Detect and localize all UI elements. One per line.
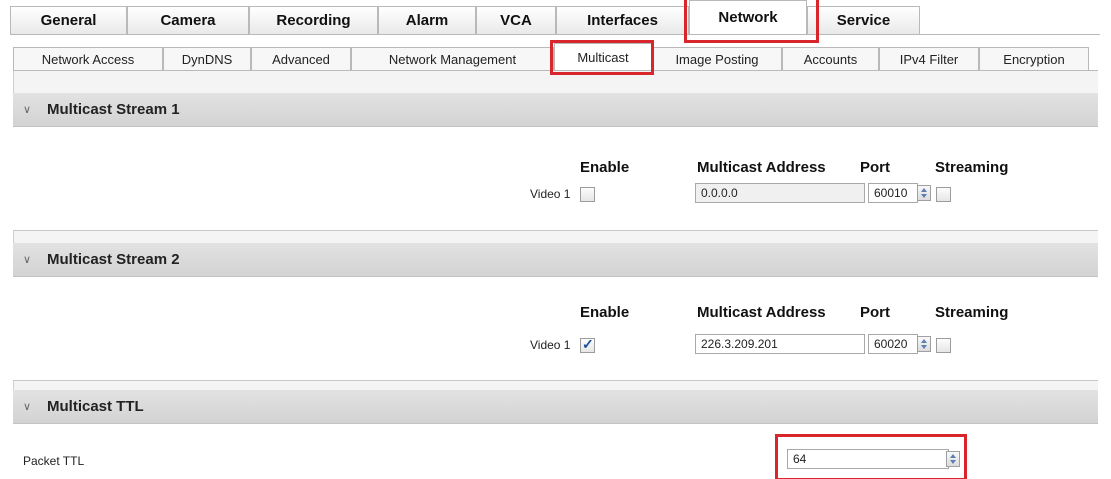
subtab-accounts[interactable]: Accounts <box>782 47 879 70</box>
port-stepper[interactable] <box>917 336 931 352</box>
subtab-advanced[interactable]: Advanced <box>251 47 351 70</box>
main-tab-divider <box>10 34 1100 35</box>
tab-vca[interactable]: VCA <box>476 6 556 34</box>
packet-ttl-field[interactable]: 64 <box>787 449 949 469</box>
row-label-video-1: Video 1 <box>530 187 571 201</box>
chevron-down-icon: ∨ <box>23 254 32 266</box>
section-body-stream-1: Enable Multicast Address Port Streaming … <box>13 127 1098 231</box>
tab-interfaces[interactable]: Interfaces <box>556 6 689 34</box>
column-header-address: Multicast Address <box>697 159 826 176</box>
tab-alarm[interactable]: Alarm <box>378 6 476 34</box>
subtab-multicast[interactable]: Multicast <box>554 43 652 70</box>
tab-general[interactable]: General <box>10 6 127 34</box>
column-header-enable: Enable <box>580 159 630 176</box>
column-header-enable: Enable <box>580 304 630 321</box>
subtab-encryption[interactable]: Encryption <box>979 47 1089 70</box>
chevron-down-icon: ∨ <box>23 104 32 116</box>
subtab-image-posting[interactable]: Image Posting <box>652 47 782 70</box>
port-stepper[interactable] <box>917 185 931 201</box>
enable-checkbox[interactable] <box>580 336 595 353</box>
column-header-streaming: Streaming <box>935 304 1009 321</box>
column-header-port: Port <box>860 304 890 321</box>
sub-tab-bar: Network Access DynDNS Advanced Network M… <box>13 41 1103 70</box>
packet-ttl-stepper[interactable] <box>946 451 960 467</box>
tab-network[interactable]: Network <box>689 0 807 34</box>
subtab-dyndns[interactable]: DynDNS <box>163 47 251 70</box>
column-header-streaming: Streaming <box>935 159 1009 176</box>
main-tab-bar: General Camera Recording Alarm VCA Inter… <box>10 0 1100 35</box>
streaming-checkbox[interactable] <box>936 187 951 202</box>
multicast-address-field[interactable]: 0.0.0.0 <box>695 183 865 203</box>
section-header-ttl[interactable]: ∨ Multicast TTL <box>13 390 1098 424</box>
tab-recording[interactable]: Recording <box>249 6 378 34</box>
packet-ttl-label: Packet TTL <box>23 454 85 468</box>
subtab-network-management[interactable]: Network Management <box>351 47 554 70</box>
subtab-ipv4-filter[interactable]: IPv4 Filter <box>879 47 979 70</box>
subtab-network-access[interactable]: Network Access <box>13 47 163 70</box>
streaming-checkbox[interactable] <box>936 338 951 353</box>
section-body-stream-2: Enable Multicast Address Port Streaming … <box>13 277 1098 381</box>
section-title: Multicast TTL <box>47 398 144 415</box>
section-body-ttl: Packet TTL 64 <box>13 424 1098 479</box>
section-header-stream-1[interactable]: ∨ Multicast Stream 1 <box>13 93 1098 127</box>
chevron-down-icon: ∨ <box>23 401 32 413</box>
port-field[interactable]: 60020 <box>868 334 918 354</box>
section-header-stream-2[interactable]: ∨ Multicast Stream 2 <box>13 243 1098 277</box>
column-header-address: Multicast Address <box>697 304 826 321</box>
tab-camera[interactable]: Camera <box>127 6 249 34</box>
port-field[interactable]: 60010 <box>868 183 918 203</box>
column-header-port: Port <box>860 159 890 176</box>
enable-checkbox[interactable] <box>580 187 595 202</box>
section-title: Multicast Stream 1 <box>47 101 180 118</box>
tab-service[interactable]: Service <box>807 6 920 34</box>
multicast-address-field[interactable]: 226.3.209.201 <box>695 334 865 354</box>
row-label-video-1: Video 1 <box>530 338 571 352</box>
section-title: Multicast Stream 2 <box>47 251 180 268</box>
